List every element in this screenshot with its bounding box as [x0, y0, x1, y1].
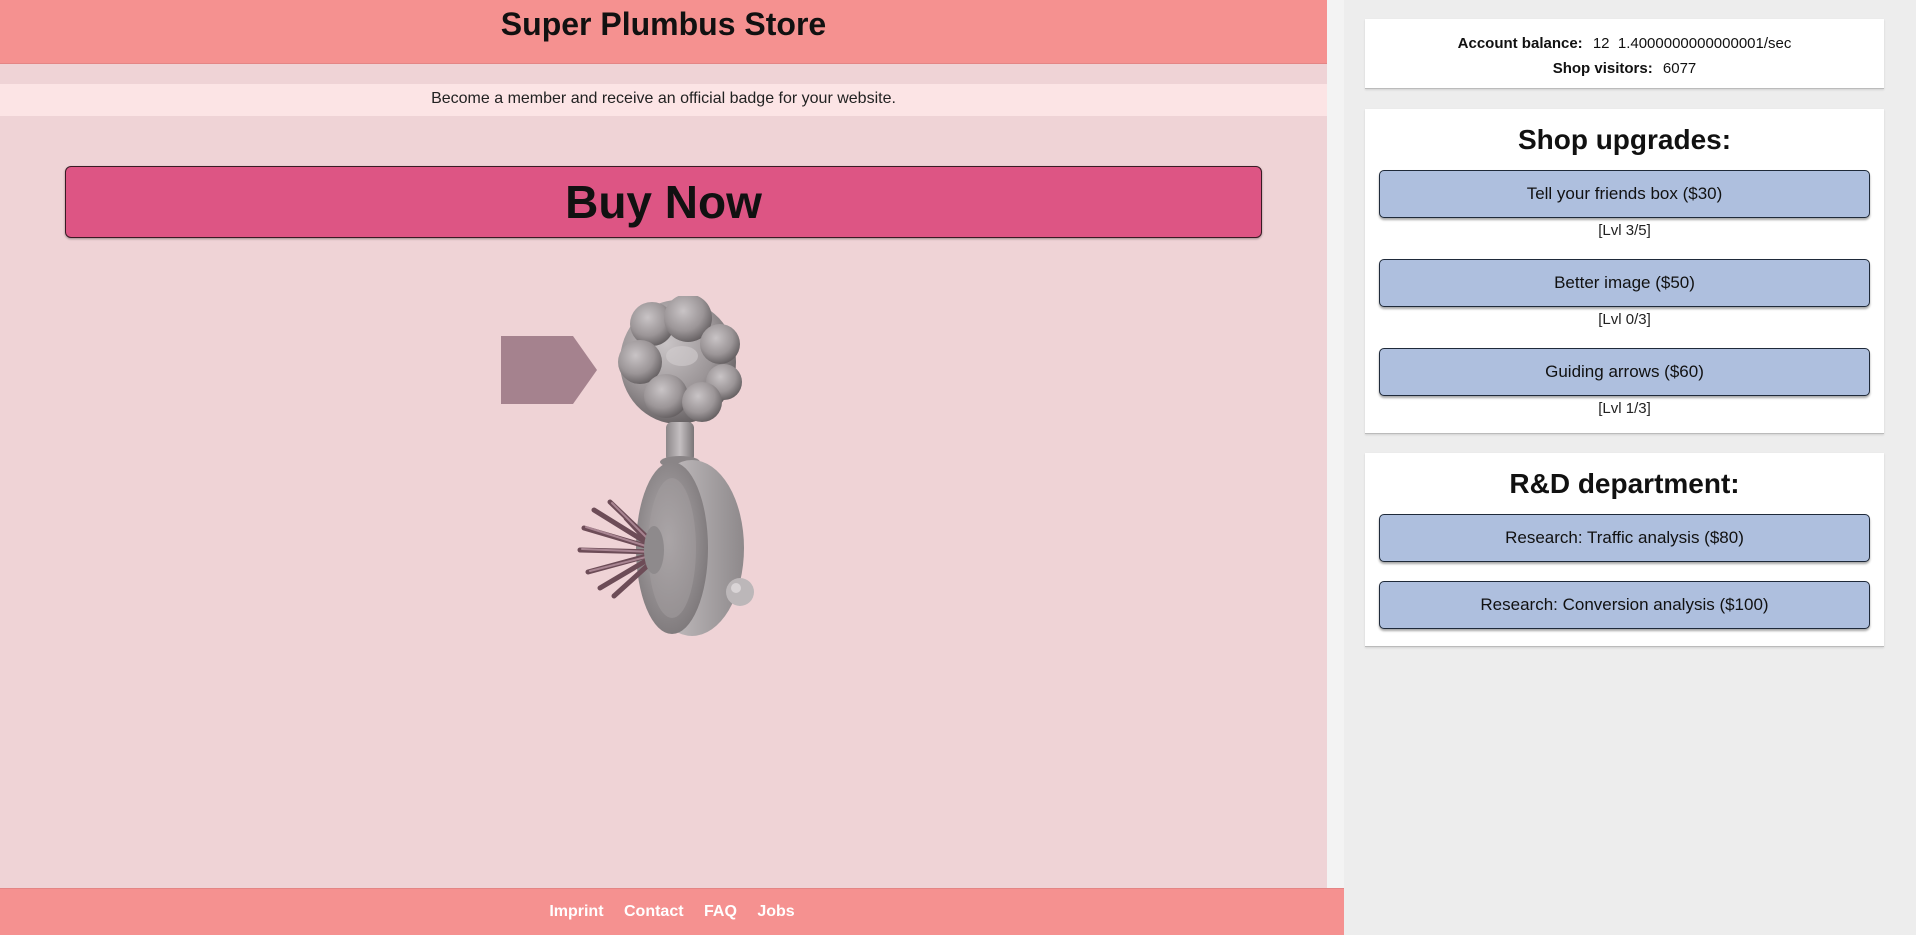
- store-footer: Imprint Contact FAQ Jobs: [0, 888, 1344, 935]
- shop-upgrades-card: Shop upgrades: Tell your friends box ($3…: [1365, 109, 1884, 434]
- research-traffic-analysis-button[interactable]: Research: Traffic analysis ($80): [1379, 514, 1870, 562]
- shop-upgrades-title: Shop upgrades:: [1517, 124, 1732, 155]
- visitors-label: Shop visitors:: [1552, 60, 1653, 77]
- stats-card: Account balance: 12 1.4000000000000001/s…: [1365, 19, 1884, 89]
- rd-department-title: R&D department:: [1509, 468, 1740, 499]
- balance-label: Account balance:: [1457, 35, 1583, 52]
- upgrade-level: [Lvl 0/3]: [1598, 311, 1651, 328]
- visitors-value: 6077: [1662, 60, 1697, 77]
- member-banner: Become a member and receive an official …: [0, 84, 1327, 116]
- balance-value: 12 1.4000000000000001/sec: [1592, 35, 1792, 52]
- upgrade-level: [Lvl 1/3]: [1598, 400, 1651, 417]
- upgrade-better-image-button[interactable]: Better image ($50): [1379, 259, 1870, 307]
- visitors-row: Shop visitors: 6077: [1365, 56, 1884, 81]
- upgrade-level: [Lvl 3/5]: [1598, 222, 1651, 239]
- upgrade-tell-friends-button[interactable]: Tell your friends box ($30): [1379, 170, 1870, 218]
- scrollbar-track[interactable]: [1327, 0, 1344, 888]
- footer-link-faq[interactable]: FAQ: [704, 903, 737, 920]
- balance-row: Account balance: 12 1.4000000000000001/s…: [1365, 31, 1884, 56]
- upgrade-guiding-arrows-button[interactable]: Guiding arrows ($60): [1379, 348, 1870, 396]
- research-conversion-analysis-button[interactable]: Research: Conversion analysis ($100): [1379, 581, 1870, 629]
- page-title: Super Plumbus Store: [500, 6, 827, 42]
- buy-now-button[interactable]: Buy Now: [65, 166, 1262, 238]
- store-panel: Super Plumbus Store Become a member and …: [0, 0, 1344, 935]
- plumbus-head: [618, 296, 742, 424]
- store-header: Super Plumbus Store: [0, 0, 1327, 64]
- footer-link-contact[interactable]: Contact: [624, 903, 684, 920]
- footer-link-jobs[interactable]: Jobs: [757, 903, 794, 920]
- plumbus-image: [577, 296, 754, 636]
- footer-link-imprint[interactable]: Imprint: [549, 903, 603, 920]
- rd-department-card: R&D department: Research: Traffic analys…: [1365, 453, 1884, 647]
